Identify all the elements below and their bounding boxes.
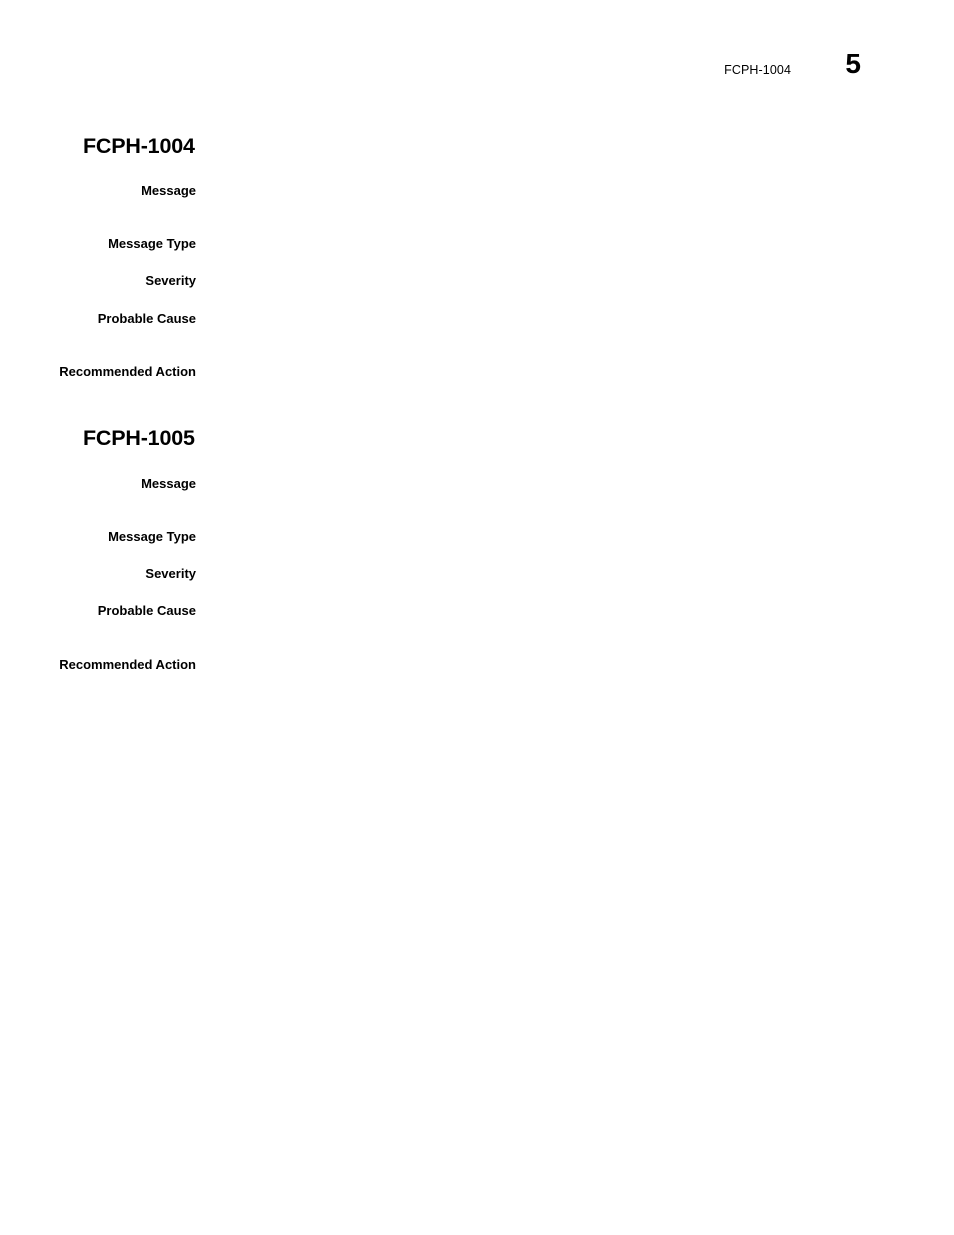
field-label: Severity <box>145 273 196 288</box>
section-heading: FCPH-1005 <box>83 426 195 450</box>
field-label: Message <box>141 476 196 491</box>
field-label: Recommended Action <box>59 364 196 379</box>
field-label: Recommended Action <box>59 657 196 672</box>
field-label: Probable Cause <box>97 603 196 618</box>
field-value <box>219 602 909 603</box>
field-value <box>219 528 909 529</box>
field-value <box>219 656 909 657</box>
field-value <box>219 363 909 364</box>
field-value <box>219 235 909 236</box>
field-label: Severity <box>145 566 196 581</box>
field-label: Message Type <box>108 529 196 544</box>
page-header: FCPH-1004 5 <box>0 50 954 104</box>
page-number: 5 <box>845 48 861 79</box>
field-value <box>219 182 909 183</box>
field-label: Message <box>141 183 196 198</box>
field-label: Message Type <box>108 236 196 251</box>
section-heading: FCPH-1004 <box>83 134 195 158</box>
field-value <box>219 565 909 566</box>
field-value <box>219 475 909 476</box>
field-label: Probable Cause <box>97 311 196 326</box>
field-value <box>219 310 909 311</box>
field-value <box>219 272 909 273</box>
document-page: FCPH-1004 5 FCPH-1004 Message Message Type… <box>0 0 954 1235</box>
